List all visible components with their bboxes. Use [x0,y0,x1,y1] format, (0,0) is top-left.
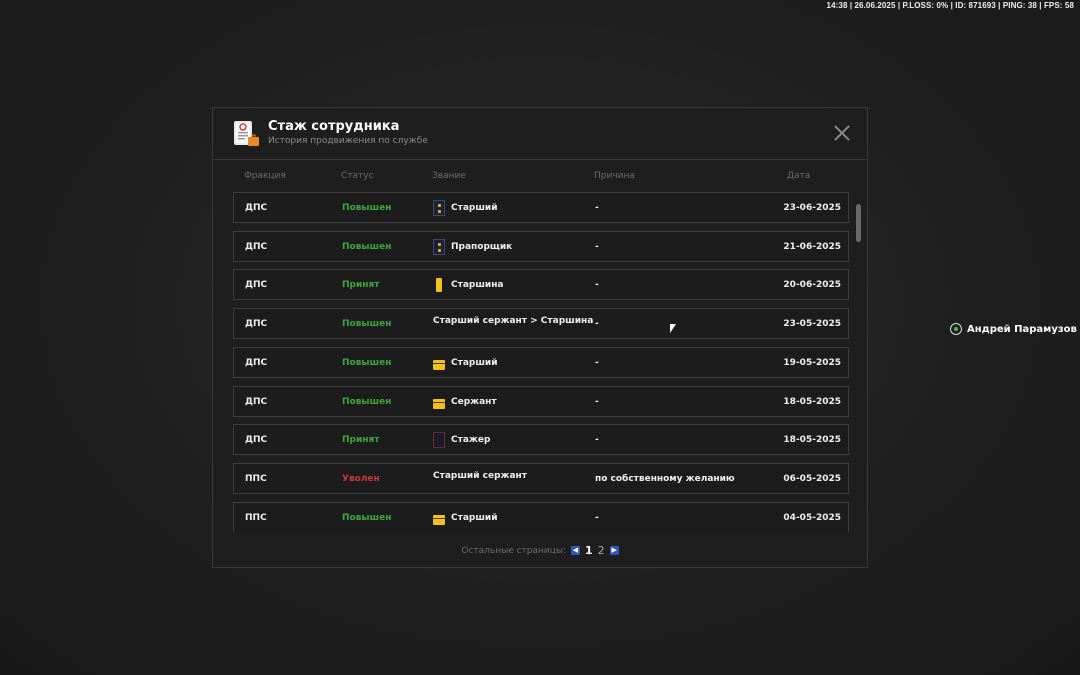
row-status: Принят [342,280,380,291]
player-nametag: Андрей Парамузов [950,323,1077,335]
cursor-icon [670,324,676,333]
hud-status-bar: 14:38 | 26.06.2025 | P.LOSS: 0% | ID: 87… [826,1,1074,10]
page-2-button[interactable]: 2 [598,544,605,557]
row-date: 18-05-2025 [783,396,841,407]
col-status: Статус [341,171,374,181]
col-reason: Причина [594,171,635,181]
row-date: 23-06-2025 [783,203,841,213]
table-header: Фракция Статус Звание Причина Дата [213,171,867,183]
row-reason: - [595,396,599,407]
table-row: ДПС Принят Стажер - 18-05-2025 [233,424,849,456]
row-rank-label: Сержант [451,396,497,407]
row-reason: - [595,357,599,368]
row-rank: Сержант [433,394,497,410]
pagination: Остальные страницы: ◀ 1 2 ▶ [213,544,867,557]
row-faction: ДПС [245,319,268,330]
next-page-icon[interactable]: ▶ [609,546,619,555]
row-faction: ППС [245,473,267,484]
row-reason: - [595,241,599,252]
modal-header: Стаж сотрудника История продвижения по с… [213,108,867,160]
rank-insignia-icon [433,432,445,449]
table-row: ДПС Повышен Старший - 23-06-2025 [233,192,849,223]
rank-insignia-icon [433,277,445,294]
row-rank-label: Старший [451,203,498,213]
page-1-button[interactable]: 1 [585,544,593,557]
row-status: Повышен [342,203,392,213]
row-rank-label: Старшина [451,280,504,291]
row-faction: ДПС [245,396,268,407]
row-rank-label: Старший сержант > Старшина [433,316,594,327]
employee-tenure-modal: Стаж сотрудника История продвижения по с… [212,107,868,568]
rank-insignia-icon [433,200,445,216]
row-status: Принят [342,435,380,446]
rank-insignia-icon [433,510,445,526]
row-date: 23-05-2025 [783,319,841,330]
row-rank: Прапорщик [433,238,513,255]
row-rank: Стажер [433,432,491,449]
col-faction: Фракция [244,171,286,181]
row-rank-label: Прапорщик [451,241,513,252]
row-rank-label: Старший [451,512,498,523]
row-status: Повышен [342,319,392,330]
row-status: Уволен [342,473,380,484]
row-faction: ДПС [245,280,268,291]
row-rank: Старший сержант > Старшина [433,316,593,326]
table-row: ДПС Повышен Сержант - 18-05-2025 [233,385,849,417]
history-table: ДПС Повышен Старший - 23-06-2025 ДПС Повышен Пр… [233,192,849,532]
voice-icon [950,323,962,335]
modal-subtitle: История продвижения по службе [268,136,428,146]
prev-page-icon[interactable]: ◀ [571,546,580,555]
player-name: Андрей Парамузов [967,323,1077,335]
row-date: 06-05-2025 [783,473,841,484]
row-status: Повышен [342,396,392,407]
scrollbar-thumb[interactable] [856,204,861,242]
row-date: 04-05-2025 [783,512,841,523]
modal-title: Стаж сотрудника [268,119,400,134]
rank-insignia-icon [433,394,445,410]
row-faction: ДПС [245,203,268,213]
col-rank: Звание [432,171,466,181]
row-reason: - [595,280,599,291]
table-row: ДПС Повышен Старший - 19-05-2025 [233,346,849,378]
row-date: 19-05-2025 [783,357,841,368]
row-rank: Старший сержант [433,471,527,481]
row-status: Повышен [342,241,392,252]
row-reason: - [595,203,599,213]
row-rank-label: Стажер [451,435,491,446]
row-date: 18-05-2025 [783,435,841,446]
row-reason: по собственному желанию [595,473,735,484]
row-rank: Старшина [433,277,504,294]
row-rank-label: Старший [451,357,498,368]
document-badge-icon [234,121,259,146]
table-row: ДПС Повышен Прапорщик - 21-06-2025 [233,230,849,262]
row-faction: ДПС [245,357,268,368]
rank-insignia-icon [433,238,445,255]
row-rank-label: Старший сержант [433,470,527,481]
row-rank: Старший [433,355,498,371]
pagination-label: Остальные страницы: [461,545,566,556]
row-reason: - [595,512,599,523]
row-reason: - [595,319,599,330]
row-faction: ППС [245,512,267,523]
rank-insignia-icon [433,355,445,371]
table-row: ДПС Принят Старшина - 20-06-2025 [233,269,849,301]
row-faction: ДПС [245,241,268,252]
row-rank: Старший [433,510,498,526]
col-date: Дата [787,171,811,181]
row-reason: - [595,435,599,446]
row-date: 21-06-2025 [783,241,841,252]
row-status: Повышен [342,512,392,523]
table-row: ППС Уволен Старший сержант по собственному … [233,462,849,494]
table-row: ДПС Повышен Старший сержант > Старшина - 23-… [233,308,849,340]
row-status: Повышен [342,357,392,368]
row-date: 20-06-2025 [783,280,841,291]
table-row: ППС Повышен Старший - 04-05-2025 [233,501,849,532]
close-icon[interactable] [833,124,851,142]
row-faction: ДПС [245,435,268,446]
row-rank: Старший [433,200,498,216]
